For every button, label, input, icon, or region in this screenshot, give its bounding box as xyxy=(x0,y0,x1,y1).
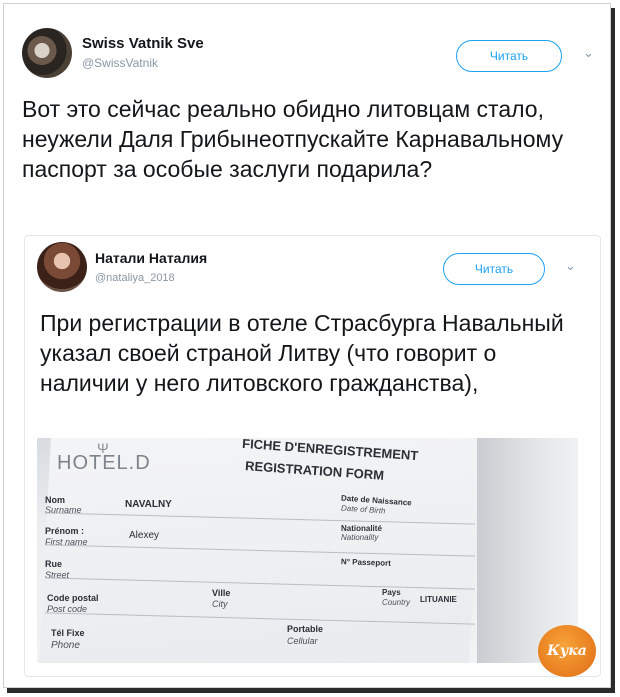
value-nom: NAVALNY xyxy=(125,499,172,510)
quoted-text: При регистрации в отеле Страсбурга Навал… xyxy=(40,310,564,396)
label-tel-fixe: Tél Fixe xyxy=(51,628,85,638)
label-prenom: Prénom : xyxy=(45,526,85,536)
chevron-down-icon[interactable]: ⌄ xyxy=(583,45,594,61)
tweet-text: Вот это сейчас реально обидно литовцам с… xyxy=(22,96,564,182)
quoted-follow-button[interactable]: Читать xyxy=(443,253,545,285)
hotel-logo: HOTEL.D xyxy=(57,452,151,474)
watermark-logo: Кука xyxy=(538,625,596,677)
avatar[interactable] xyxy=(22,28,72,78)
quoted-author-handle[interactable]: @nataliya_2018 xyxy=(95,272,175,284)
registration-form-photo[interactable]: Ψ HOTEL.D FICHE D'ENREGISTREMENT REGISTR… xyxy=(37,438,578,663)
label-nationalite: Nationalité xyxy=(341,524,382,533)
value-pays: LITUANIE xyxy=(420,595,457,604)
label-cellular: Cellular xyxy=(287,636,318,646)
author-handle[interactable]: @SwissVatnik xyxy=(82,56,158,70)
label-ville: Ville xyxy=(212,588,231,598)
label-city: City xyxy=(212,599,228,609)
label-passeport: N° Passeport xyxy=(340,557,392,568)
label-pays: Pays xyxy=(382,588,401,597)
label-phone: Phone xyxy=(51,640,80,651)
label-nom: Nom xyxy=(45,495,65,505)
label-code-postal: Code postal xyxy=(47,593,99,603)
quoted-author-name[interactable]: Натали Наталия xyxy=(95,250,207,266)
quoted-avatar[interactable] xyxy=(37,242,87,292)
follow-button[interactable]: Читать xyxy=(456,40,562,72)
quoted-chevron-down-icon[interactable]: ⌄ xyxy=(565,258,576,274)
label-rue: Rue xyxy=(45,559,63,569)
label-country: Country xyxy=(382,598,411,607)
value-prenom: Alexey xyxy=(129,530,160,541)
label-portable: Portable xyxy=(287,624,324,634)
label-nationality: Nationality xyxy=(341,533,379,542)
author-name[interactable]: Swiss Vatnik Sve xyxy=(82,35,204,52)
